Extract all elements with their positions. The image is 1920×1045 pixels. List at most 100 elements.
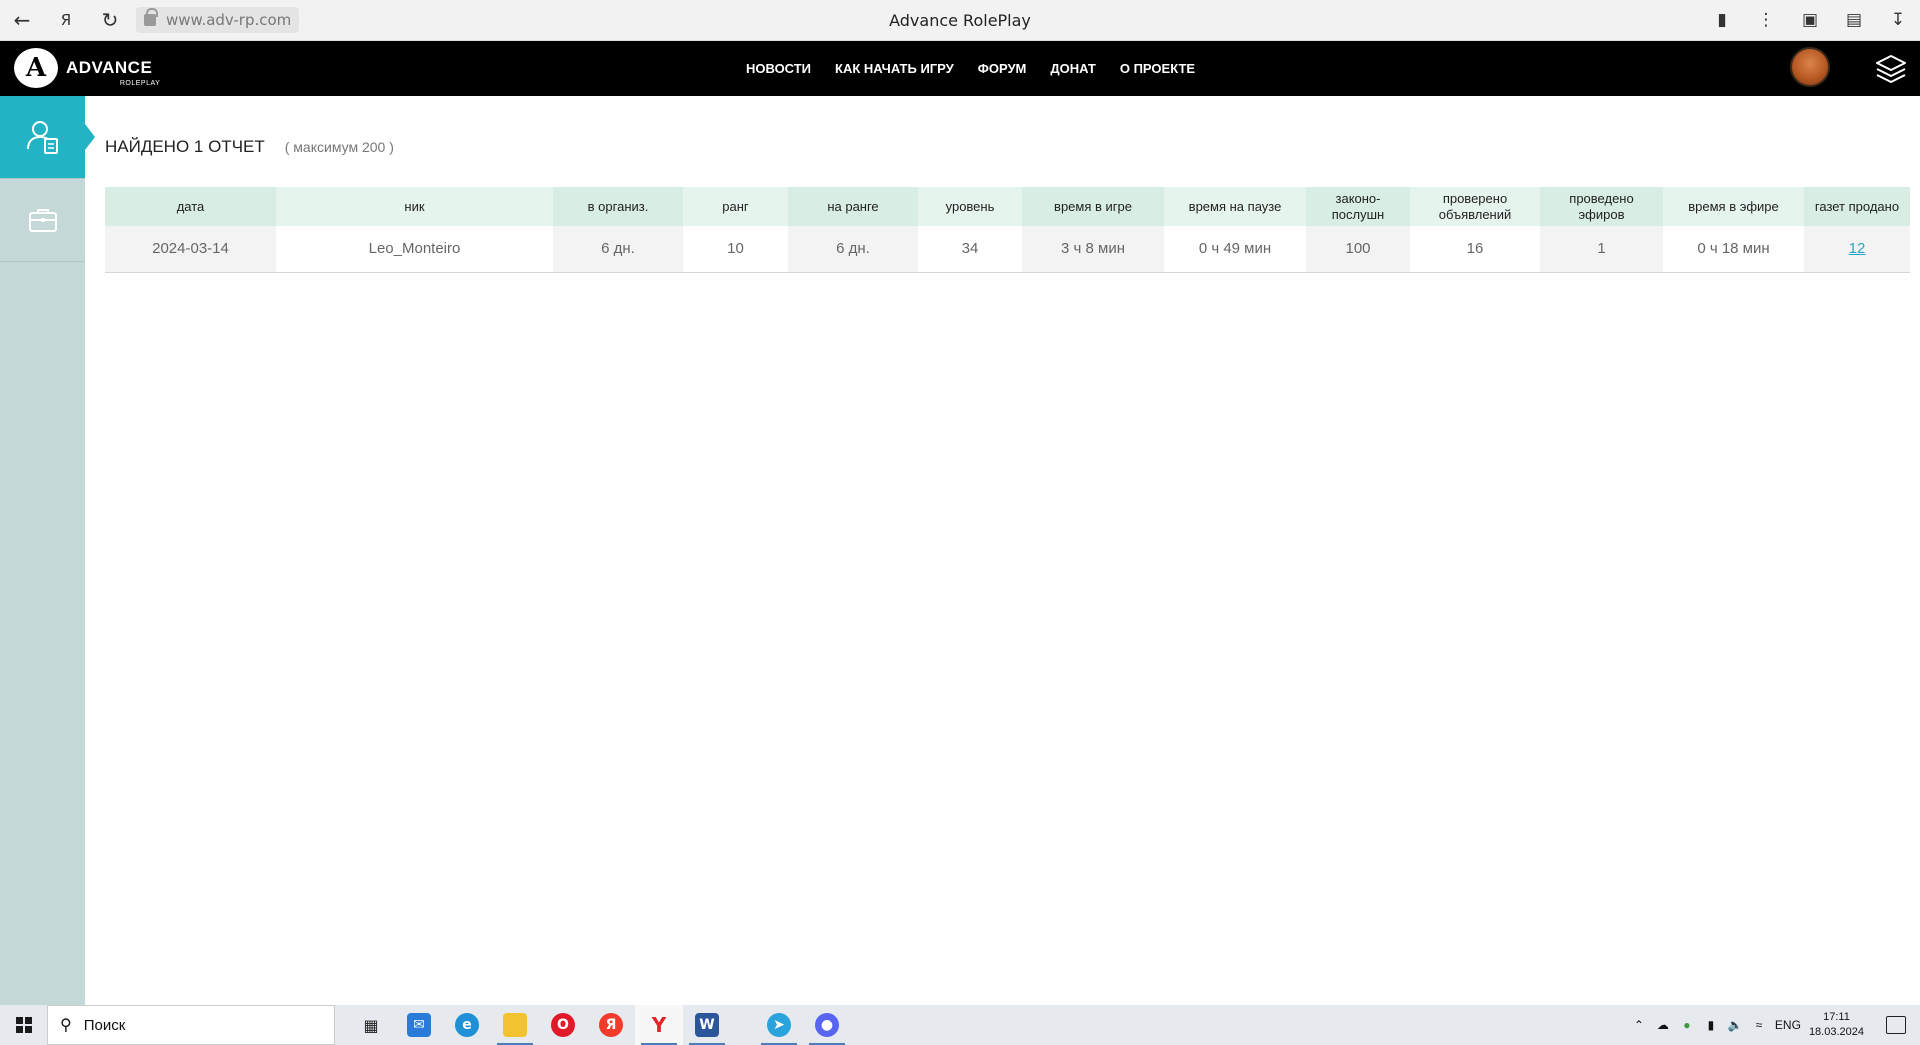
cell-level: 34 bbox=[918, 226, 1022, 273]
url-text: www.adv-rp.com bbox=[166, 11, 292, 29]
report-table: дата ник в организ. ранг на ранге уровен… bbox=[105, 187, 1910, 273]
telegram-app[interactable]: ➤ bbox=[755, 1005, 803, 1045]
back-icon[interactable]: ← bbox=[0, 0, 44, 41]
cell-pause-time: 0 ч 49 мин bbox=[1164, 226, 1306, 273]
discord-icon: ● bbox=[815, 1013, 839, 1037]
user-report-icon bbox=[26, 121, 58, 154]
logo-mark: A bbox=[14, 48, 58, 88]
nav-forum[interactable]: ФОРУМ bbox=[978, 61, 1027, 76]
col-header-on-rank[interactable]: на ранге bbox=[788, 187, 918, 226]
opera-icon: O bbox=[551, 1013, 575, 1037]
nav-donate[interactable]: ДОНАТ bbox=[1050, 61, 1095, 76]
task-view-icon: ▦ bbox=[363, 1015, 379, 1035]
sidebar-item-reports[interactable] bbox=[0, 96, 95, 179]
download-icon[interactable]: ↧ bbox=[1876, 0, 1920, 41]
briefcase-icon bbox=[28, 209, 57, 232]
cell-broadcasts: 1 bbox=[1540, 226, 1663, 273]
edge-icon: e bbox=[455, 1013, 479, 1037]
col-header-ads-checked[interactable]: проверено объявлений bbox=[1410, 187, 1540, 226]
logo-subtext: ROLEPLAY bbox=[119, 80, 161, 87]
col-header-broadcasts[interactable]: проведено эфиров bbox=[1540, 187, 1663, 226]
col-header-date[interactable]: дата bbox=[105, 187, 276, 226]
task-view-button[interactable]: ▦ bbox=[347, 1005, 395, 1045]
mail-app[interactable]: ✉ bbox=[395, 1005, 443, 1045]
edge-app[interactable]: e bbox=[443, 1005, 491, 1045]
report-heading: НАЙДЕНО 1 ОТЧЕТ ( максимум 200 ) bbox=[105, 137, 1910, 161]
discord-app[interactable]: ● bbox=[803, 1005, 851, 1045]
browser-toolbar: ← Я ↻ www.adv-rp.com Advance RolePlay ▮ … bbox=[0, 0, 1920, 41]
word-icon: W bbox=[695, 1013, 719, 1037]
cell-date: 2024-03-14 bbox=[105, 226, 276, 273]
report-subtitle: ( максимум 200 ) bbox=[284, 139, 394, 155]
yandex-app[interactable]: Я bbox=[587, 1005, 635, 1045]
taskbar-search-placeholder: Поиск bbox=[83, 1016, 126, 1034]
cell-air-time: 0 ч 18 мин bbox=[1663, 226, 1804, 273]
cell-newspapers-sold: 12 bbox=[1804, 226, 1910, 273]
taskbar-search[interactable]: ⚲ Поиск bbox=[47, 1005, 335, 1045]
battery-icon[interactable]: ▮ bbox=[1703, 1017, 1719, 1033]
nav-news[interactable]: НОВОСТИ bbox=[746, 61, 811, 76]
col-header-law-abiding[interactable]: законо- послушн bbox=[1306, 187, 1410, 226]
layers-icon[interactable] bbox=[1874, 53, 1908, 85]
taskbar: ⚲ Поиск ▦ ✉ e O Я Y W ➤ ● ⌃ ☁ ● ▮ 🔈 ≈ EN… bbox=[0, 1005, 1920, 1045]
sidebar-item-work[interactable] bbox=[0, 179, 85, 262]
clock-time: 17:11 bbox=[1823, 1011, 1850, 1023]
notifications-icon[interactable] bbox=[1886, 1016, 1906, 1034]
cell-playtime: 3 ч 8 мин bbox=[1022, 226, 1164, 273]
file-explorer-icon bbox=[503, 1013, 527, 1037]
newspapers-sold-link[interactable]: 12 bbox=[1849, 240, 1866, 257]
volume-icon[interactable]: 🔈 bbox=[1727, 1017, 1743, 1033]
col-header-playtime[interactable]: время в игре bbox=[1022, 187, 1164, 226]
search-icon: ⚲ bbox=[60, 1017, 72, 1034]
table-header-row: дата ник в организ. ранг на ранге уровен… bbox=[105, 187, 1910, 226]
cell-law-abiding: 100 bbox=[1306, 226, 1410, 273]
screenshot-icon[interactable]: ▣ bbox=[1788, 0, 1832, 41]
lock-icon bbox=[144, 8, 158, 26]
col-header-newspapers-sold[interactable]: газет продано bbox=[1804, 187, 1910, 226]
address-bar[interactable]: www.adv-rp.com bbox=[136, 7, 300, 33]
file-explorer-app[interactable] bbox=[491, 1005, 539, 1045]
site-header: A ADVANCE ROLEPLAY НОВОСТИ КАК НАЧАТЬ ИГ… bbox=[0, 41, 1920, 96]
menu-dots-icon[interactable]: ⋮ bbox=[1744, 0, 1788, 41]
site-logo[interactable]: A ADVANCE ROLEPLAY bbox=[14, 48, 160, 88]
cell-on-rank: 6 дн. bbox=[788, 226, 918, 273]
col-header-pause-time[interactable]: время на паузе bbox=[1164, 187, 1306, 226]
wifi-icon[interactable]: ≈ bbox=[1751, 1017, 1767, 1033]
bookmark-icon[interactable]: ▮ bbox=[1700, 0, 1744, 41]
telegram-icon: ➤ bbox=[767, 1013, 791, 1037]
clock[interactable]: 17:11 18.03.2024 bbox=[1809, 1010, 1864, 1040]
start-button[interactable] bbox=[0, 1005, 47, 1045]
col-header-in-org[interactable]: в организ. bbox=[553, 187, 683, 226]
col-header-air-time[interactable]: время в эфире bbox=[1663, 187, 1804, 226]
yandex-icon: Я bbox=[599, 1013, 623, 1037]
yandex-browser-icon: Y bbox=[651, 1013, 667, 1037]
collections-icon[interactable]: ▤ bbox=[1832, 0, 1876, 41]
system-tray: ⌃ ☁ ● ▮ 🔈 ≈ ENG 17:11 18.03.2024 bbox=[1631, 1010, 1920, 1040]
word-app[interactable]: W bbox=[683, 1005, 731, 1045]
col-header-level[interactable]: уровень bbox=[918, 187, 1022, 226]
yandex-icon[interactable]: Я bbox=[44, 0, 88, 41]
main-content: НАЙДЕНО 1 ОТЧЕТ ( максимум 200 ) дата ни… bbox=[105, 96, 1910, 273]
cell-ads-checked: 16 bbox=[1410, 226, 1540, 273]
nav-about[interactable]: О ПРОЕКТЕ bbox=[1120, 61, 1195, 76]
app-tray-icon[interactable]: ● bbox=[1679, 1017, 1695, 1033]
onedrive-icon[interactable]: ☁ bbox=[1655, 1017, 1671, 1033]
avatar[interactable] bbox=[1790, 47, 1830, 87]
col-header-nick[interactable]: ник bbox=[276, 187, 553, 226]
col-header-rank[interactable]: ранг bbox=[683, 187, 788, 226]
clock-date: 18.03.2024 bbox=[1808, 1026, 1864, 1038]
yandex-browser-app[interactable]: Y bbox=[635, 1005, 683, 1045]
logo-text: ADVANCE bbox=[66, 58, 153, 77]
main-nav: НОВОСТИ КАК НАЧАТЬ ИГРУ ФОРУМ ДОНАТ О ПР… bbox=[746, 41, 1195, 96]
nav-how-to-start[interactable]: КАК НАЧАТЬ ИГРУ bbox=[835, 61, 954, 76]
sidebar bbox=[0, 96, 95, 1005]
report-title: НАЙДЕНО 1 ОТЧЕТ bbox=[105, 137, 265, 156]
cell-rank: 10 bbox=[683, 226, 788, 273]
opera-app[interactable]: O bbox=[539, 1005, 587, 1045]
mail-icon: ✉ bbox=[407, 1013, 431, 1037]
table-row: 2024-03-14 Leo_Monteiro 6 дн. 10 6 дн. 3… bbox=[105, 226, 1910, 273]
language-indicator[interactable]: ENG bbox=[1775, 1018, 1801, 1032]
reload-icon[interactable]: ↻ bbox=[88, 0, 132, 41]
cell-nick: Leo_Monteiro bbox=[276, 226, 553, 273]
chevron-up-icon[interactable]: ⌃ bbox=[1631, 1017, 1647, 1033]
